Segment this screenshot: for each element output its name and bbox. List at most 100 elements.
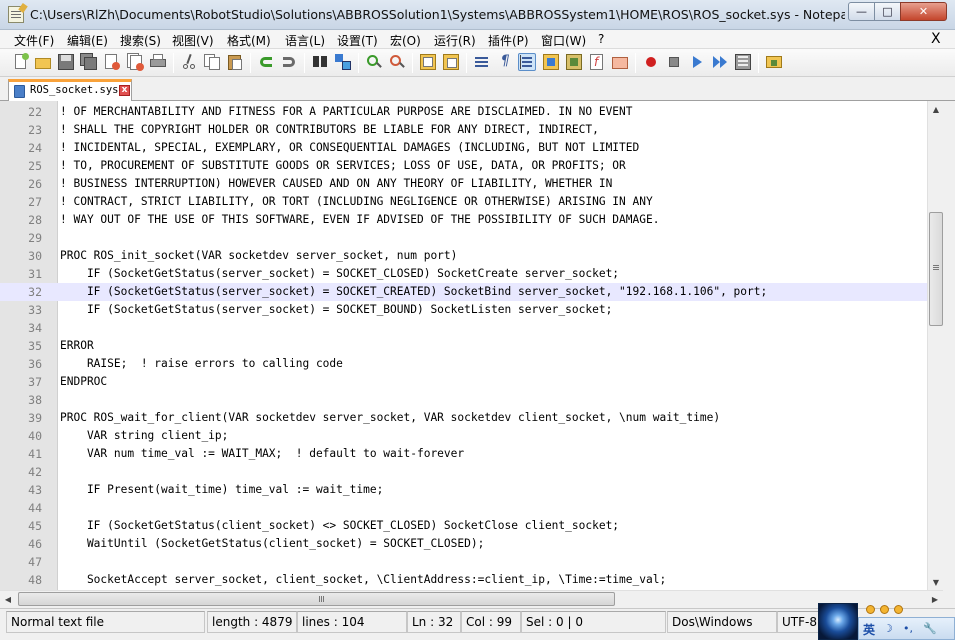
stop-macro-icon[interactable]	[665, 53, 683, 71]
code-line[interactable]: 40 VAR string client_ip;	[0, 427, 943, 445]
editor-area[interactable]: 22 ! OF MERCHANTABILITY AND FITNESS FOR A…	[0, 101, 943, 590]
code-line[interactable]: 36 RAISE; ! raise errors to calling code	[0, 355, 943, 373]
scroll-up-arrow[interactable]: ▲	[928, 101, 944, 117]
notepad-plus-plus-app-icon[interactable]	[8, 6, 24, 23]
code-line[interactable]: 37 ENDPROC	[0, 373, 943, 391]
tab-ros-socket-sys[interactable]: ROS_socket.sys x	[8, 79, 132, 101]
new-file-icon[interactable]	[12, 53, 30, 71]
menu-run[interactable]: 运行(R)	[434, 32, 476, 49]
horizontal-scrollbar[interactable]: ◀ ▶	[0, 590, 943, 606]
code-line[interactable]: 41 VAR num time_val := WAIT_MAX; ! defau…	[0, 445, 943, 463]
play-macro-icon[interactable]	[688, 53, 706, 71]
line-number: 34	[28, 321, 42, 335]
code-line[interactable]: 25 ! TO, PROCUREMENT OF SUBSTITUTE GOODS …	[0, 157, 943, 175]
function-list-icon[interactable]: f	[588, 53, 606, 71]
code-line[interactable]: 39 PROC ROS_wait_for_client(VAR socketdev…	[0, 409, 943, 427]
code-line[interactable]: 35 ERROR	[0, 337, 943, 355]
redo-icon[interactable]	[280, 53, 298, 71]
plugin-icon[interactable]	[765, 53, 783, 71]
sync-horizontal-icon[interactable]	[442, 53, 460, 71]
record-macro-icon[interactable]	[642, 53, 660, 71]
code-line[interactable]: 31 IF (SocketGetStatus(server_socket) = …	[0, 265, 943, 283]
code-line[interactable]: 23 ! SHALL THE COPYRIGHT HOLDER OR CONTRI…	[0, 121, 943, 139]
save-macro-icon[interactable]	[734, 53, 752, 71]
code-line[interactable]: 47	[0, 553, 943, 571]
indent-guide-icon[interactable]	[518, 53, 536, 71]
line-text: IF (SocketGetStatus(server_socket) = SOC…	[60, 285, 768, 298]
zoom-out-icon[interactable]	[388, 53, 406, 71]
code-line[interactable]: 46 WaitUntil (SocketGetStatus(client_soc…	[0, 535, 943, 553]
horizontal-scroll-thumb[interactable]	[18, 592, 615, 606]
menu-window[interactable]: 窗口(W)	[541, 32, 586, 49]
code-line[interactable]: 33 IF (SocketGetStatus(server_socket) = …	[0, 301, 943, 319]
code-line[interactable]: 38	[0, 391, 943, 409]
maximize-button[interactable]: □	[874, 2, 901, 21]
code-line[interactable]: 27 ! CONTRACT, STRICT LIABILITY, OR TORT …	[0, 193, 943, 211]
punctuation-icon[interactable]: •,	[903, 622, 915, 635]
open-file-icon[interactable]	[34, 53, 52, 71]
code-line[interactable]: 26 ! BUSINESS INTERRUPTION) HOWEVER CAUSE…	[0, 175, 943, 193]
find-icon[interactable]	[311, 53, 329, 71]
user-language-icon[interactable]	[542, 53, 560, 71]
ime-language-toggle[interactable]: 英	[863, 621, 875, 638]
status-bar: Normal text file length : 4879 lines : 1…	[0, 608, 955, 640]
menu-file[interactable]: 文件(F)	[14, 32, 54, 49]
menu-macro[interactable]: 宏(O)	[390, 32, 421, 49]
print-icon[interactable]	[149, 53, 167, 71]
menu-format[interactable]: 格式(M)	[227, 32, 271, 49]
paste-icon[interactable]	[226, 53, 244, 71]
minimize-button[interactable]: —	[848, 2, 875, 21]
copy-icon[interactable]	[203, 53, 221, 71]
code-line[interactable]: 22 ! OF MERCHANTABILITY AND FITNESS FOR A…	[0, 103, 943, 121]
run-macro-multiple-icon[interactable]	[711, 53, 729, 71]
undo-icon[interactable]	[257, 53, 275, 71]
word-wrap-icon[interactable]	[473, 53, 491, 71]
code-line[interactable]: 44	[0, 499, 943, 517]
close-all-icon[interactable]	[126, 53, 144, 71]
code-line[interactable]: 48 SocketAccept server_socket, client_so…	[0, 571, 943, 589]
code-line[interactable]: 43 IF Present(wait_time) time_val := wai…	[0, 481, 943, 499]
menu-search[interactable]: 搜索(S)	[120, 32, 161, 49]
code-line[interactable]: 32 IF (SocketGetStatus(server_socket) = …	[0, 283, 943, 301]
save-all-icon[interactable]	[80, 53, 98, 71]
replace-icon[interactable]	[334, 53, 352, 71]
document-map-icon[interactable]	[565, 53, 583, 71]
close-document-button[interactable]: X	[931, 31, 941, 47]
ime-logo-icon[interactable]	[818, 603, 858, 640]
vertical-scroll-thumb[interactable]	[929, 212, 943, 326]
close-file-icon[interactable]	[103, 53, 121, 71]
code-line[interactable]: 30 PROC ROS_init_socket(VAR socketdev ser…	[0, 247, 943, 265]
line-number: 44	[28, 501, 42, 515]
menu-plugins[interactable]: 插件(P)	[488, 32, 529, 49]
show-all-chars-icon[interactable]: ¶	[496, 53, 514, 71]
half-width-moon-icon[interactable]: ☽	[883, 622, 895, 635]
menu-settings[interactable]: 设置(T)	[337, 32, 378, 49]
line-number: 43	[28, 483, 42, 497]
status-lines: lines : 104	[297, 611, 407, 633]
close-window-button[interactable]: ✕	[900, 2, 947, 21]
code-line[interactable]: 24 ! INCIDENTAL, SPECIAL, EXEMPLARY, OR C…	[0, 139, 943, 157]
sync-vertical-icon[interactable]	[419, 53, 437, 71]
folder-workspace-icon[interactable]	[611, 53, 629, 71]
line-number: 37	[28, 375, 42, 389]
close-tab-icon[interactable]: x	[119, 85, 130, 96]
save-icon[interactable]	[57, 53, 75, 71]
code-line[interactable]: 45 IF (SocketGetStatus(client_socket) <>…	[0, 517, 943, 535]
scroll-down-arrow[interactable]: ▼	[928, 574, 944, 590]
code-line[interactable]: 34	[0, 319, 943, 337]
menu-view[interactable]: 视图(V)	[172, 32, 214, 49]
ime-settings-wrench-icon[interactable]: 🔧	[923, 622, 937, 635]
code-line[interactable]: 28 ! WAY OUT OF THE USE OF THIS SOFTWARE,…	[0, 211, 943, 229]
status-encoding[interactable]: UTF-8	[777, 611, 822, 633]
status-eol-format[interactable]: Dos\Windows	[667, 611, 777, 633]
vertical-scrollbar[interactable]: ▲ ▼	[927, 101, 943, 590]
menu-edit[interactable]: 编辑(E)	[67, 32, 108, 49]
code-line[interactable]: 42	[0, 463, 943, 481]
code-line[interactable]: 29	[0, 229, 943, 247]
menu-help[interactable]: ?	[598, 32, 604, 46]
menu-language[interactable]: 语言(L)	[285, 32, 325, 49]
cut-icon[interactable]	[180, 53, 198, 71]
zoom-in-icon[interactable]	[365, 53, 383, 71]
toolbar-separator	[635, 53, 636, 73]
scroll-left-arrow[interactable]: ◀	[0, 591, 16, 607]
